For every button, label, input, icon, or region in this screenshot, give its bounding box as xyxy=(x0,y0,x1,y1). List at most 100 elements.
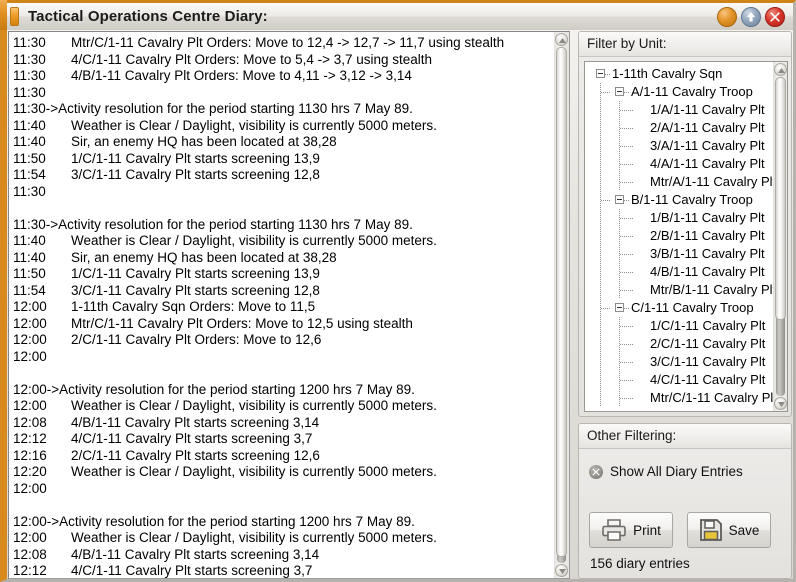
unit-tree-node[interactable]: A/1-11 Cavalry Troop xyxy=(585,83,773,101)
unit-tree-node[interactable]: Mtr/C/1-11 Cavalry Plt xyxy=(585,389,773,407)
diary-entry-row[interactable]: 11:50 1/C/1-11 Cavalry Plt starts screeni… xyxy=(13,266,555,283)
diary-entry-row[interactable]: 12:00 Weather is Clear / Daylight, visibi… xyxy=(13,530,555,547)
unit-filter-group: Filter by Unit: 1-11th Cavalry Sqn A/1-11… xyxy=(578,31,792,417)
diary-entry-time: 12:00->Activity resolution for the perio… xyxy=(13,513,415,529)
printer-icon xyxy=(602,519,626,541)
diary-entry-row[interactable]: 11:50 1/C/1-11 Cavalry Plt starts screeni… xyxy=(13,151,555,168)
diary-entry-time: 12:00 xyxy=(13,332,47,347)
unit-tree-node[interactable]: 2/B/1-11 Cavalry Plt xyxy=(585,227,773,245)
diary-entry-row[interactable]: 12:12 4/C/1-11 Cavalry Plt starts screeni… xyxy=(13,431,555,448)
diary-entry-time: 11:30 xyxy=(13,68,46,83)
minimize-button[interactable] xyxy=(717,6,737,27)
unit-tree-node[interactable]: 4/C/1-11 Cavalry Plt xyxy=(585,371,773,389)
diary-entry-row[interactable]: 11:30 Mtr/C/1-11 Cavalry Plt Orders: Move… xyxy=(13,35,555,52)
diary-scrollbar[interactable] xyxy=(554,32,569,578)
unit-tree-node[interactable]: 1/A/1-11 Cavalry Plt xyxy=(585,101,773,119)
diary-entry-row[interactable]: 12:20 Weather is Clear / Daylight, visibi… xyxy=(13,464,555,481)
diary-entry-row[interactable]: 12:00 Mtr/C/1-11 Cavalry Plt Orders: Move… xyxy=(13,316,555,333)
diary-entry-row[interactable]: 11:40 Sir, an enemy HQ has been located a… xyxy=(13,134,555,151)
unit-tree-node[interactable]: 1-11th Cavalry Sqn xyxy=(585,65,773,83)
diary-entry-message xyxy=(71,184,555,201)
unit-tree-node[interactable]: Mtr/B/1-11 Cavalry Plt xyxy=(585,281,773,299)
diary-entry-list[interactable]: 11:30 Mtr/C/1-11 Cavalry Plt Orders: Move… xyxy=(9,32,555,578)
unit-tree-node[interactable]: 2/A/1-11 Cavalry Plt xyxy=(585,119,773,137)
diary-entry-message: Weather is Clear / Daylight, visibility … xyxy=(71,398,437,413)
unit-tree-node[interactable]: 1/B/1-11 Cavalry Plt xyxy=(585,209,773,227)
unit-tree-node[interactable]: 3/A/1-11 Cavalry Plt xyxy=(585,137,773,155)
diary-entry-row[interactable] xyxy=(13,200,555,217)
close-button[interactable] xyxy=(765,6,785,27)
unit-tree-node[interactable]: 2/C/1-11 Cavalry Plt xyxy=(585,335,773,353)
print-button[interactable]: Print xyxy=(589,512,673,548)
diary-entry-row[interactable]: 12:00 xyxy=(13,349,555,366)
unit-tree-node-label: B/1-11 Cavalry Troop xyxy=(631,192,753,207)
unit-tree-node[interactable]: B/1-11 Cavalry Troop xyxy=(585,191,773,209)
unit-tree-node[interactable]: 4/B/1-11 Cavalry Plt xyxy=(585,263,773,281)
unit-tree[interactable]: 1-11th Cavalry Sqn A/1-11 Cavalry Troop 1/… xyxy=(585,62,773,411)
show-all-diary-entries-label: Show All Diary Entries xyxy=(610,464,743,479)
scroll-thumb[interactable] xyxy=(556,47,567,557)
tree-scroll-up-button[interactable] xyxy=(774,63,787,76)
diary-entry-message xyxy=(71,349,555,366)
diary-entry-time: 11:30 xyxy=(13,84,46,100)
diary-entry-row[interactable]: 12:00 2/C/1-11 Cavalry Plt Orders: Move t… xyxy=(13,332,555,349)
diary-entry-message: Sir, an enemy HQ has been located at 38,… xyxy=(71,249,337,265)
save-button[interactable]: Save xyxy=(687,512,771,548)
diary-entry-message: Weather is Clear / Daylight, visibility … xyxy=(71,530,437,545)
diary-entry-time: 12:08 xyxy=(13,546,47,562)
diary-entry-row[interactable]: 12:16 2/C/1-11 Cavalry Plt starts screeni… xyxy=(13,448,555,465)
diary-entry-time xyxy=(13,365,71,382)
document-icon xyxy=(10,7,19,26)
unit-tree-node[interactable]: 3/C/1-11 Cavalry Plt xyxy=(585,353,773,371)
show-all-diary-entries-option[interactable]: Show All Diary Entries xyxy=(589,464,743,479)
diary-entry-message: 4/B/1-11 Cavalry Plt Orders: Move to 4,1… xyxy=(71,68,412,83)
diary-entry-row[interactable]: 12:00 1-11th Cavalry Sqn Orders: Move to … xyxy=(13,299,555,316)
diary-entry-message: 1/C/1-11 Cavalry Plt starts screening 13… xyxy=(71,266,320,281)
diary-entry-row[interactable]: 11:54 3/C/1-11 Cavalry Plt starts screeni… xyxy=(13,167,555,184)
diary-entry-time: 12:00 xyxy=(13,315,47,331)
diary-entry-row[interactable]: 11:30 4/B/1-11 Cavalry Plt Orders: Move t… xyxy=(13,68,555,85)
unit-tree-node-label: 3/A/1-11 Cavalry Plt xyxy=(650,138,765,153)
diary-entry-message: 1-11th Cavalry Sqn Orders: Move to 11,5 xyxy=(71,299,316,314)
diary-entry-time: 12:00 xyxy=(13,299,47,314)
tree-scroll-thumb[interactable] xyxy=(775,77,786,320)
diary-entry-row[interactable]: 11:30 xyxy=(13,184,555,201)
diary-entry-row[interactable]: 11:30 4/C/1-11 Cavalry Plt Orders: Move t… xyxy=(13,52,555,69)
diary-entry-row[interactable]: 12:00 xyxy=(13,481,555,498)
diary-entry-row[interactable]: 11:30->Activity resolution for the perio… xyxy=(13,101,555,118)
diary-entry-time: 12:00->Activity resolution for the perio… xyxy=(13,381,415,397)
unit-tree-node-label: Mtr/C/1-11 Cavalry Plt xyxy=(650,390,773,405)
diary-entry-time: 11:40 xyxy=(13,134,46,149)
diary-entry-message: Weather is Clear / Daylight, visibility … xyxy=(71,464,437,479)
diary-entry-row[interactable]: 11:30->Activity resolution for the perio… xyxy=(13,217,555,234)
diary-entry-row[interactable]: 11:40 Weather is Clear / Daylight, visibi… xyxy=(13,118,555,135)
diary-entry-time: 12:00 xyxy=(13,348,47,364)
diary-entry-time: 12:20 xyxy=(13,464,47,479)
diary-entry-row[interactable]: 11:40 Sir, an enemy HQ has been located a… xyxy=(13,250,555,267)
diary-entry-row[interactable]: 12:00->Activity resolution for the perio… xyxy=(13,514,555,531)
diary-entry-row[interactable]: 11:40 Weather is Clear / Daylight, visibi… xyxy=(13,233,555,250)
unit-tree-node[interactable]: 1/C/1-11 Cavalry Plt xyxy=(585,317,773,335)
maximize-button[interactable] xyxy=(741,6,761,27)
diary-entry-message: 2/C/1-11 Cavalry Plt Orders: Move to 12,… xyxy=(71,332,322,347)
unit-tree-node[interactable]: 4/A/1-11 Cavalry Plt xyxy=(585,155,773,173)
diary-entry-row[interactable]: 12:08 4/B/1-11 Cavalry Plt starts screeni… xyxy=(13,547,555,564)
unit-tree-scrollbar[interactable] xyxy=(773,62,787,411)
tree-scroll-down-button[interactable] xyxy=(774,397,787,410)
diary-entry-message xyxy=(71,497,555,514)
diary-entry-row[interactable]: 11:54 3/C/1-11 Cavalry Plt starts screeni… xyxy=(13,283,555,300)
unit-tree-node[interactable]: C/1-11 Cavalry Troop xyxy=(585,299,773,317)
diary-entry-message xyxy=(415,382,555,399)
diary-entry-row[interactable] xyxy=(13,365,555,382)
diary-entry-row[interactable]: 11:30 xyxy=(13,85,555,102)
diary-entry-row[interactable]: 12:08 4/B/1-11 Cavalry Plt starts screeni… xyxy=(13,415,555,432)
scroll-down-button[interactable] xyxy=(555,564,568,577)
diary-entry-row[interactable] xyxy=(13,497,555,514)
scroll-up-button[interactable] xyxy=(555,33,568,46)
diary-entry-row[interactable]: 12:00->Activity resolution for the perio… xyxy=(13,382,555,399)
unit-tree-node[interactable]: 3/B/1-11 Cavalry Plt xyxy=(585,245,773,263)
diary-entry-row[interactable]: 12:12 4/C/1-11 Cavalry Plt starts screeni… xyxy=(13,563,555,578)
diary-entry-row[interactable]: 12:00 Weather is Clear / Daylight, visibi… xyxy=(13,398,555,415)
unit-tree-box: 1-11th Cavalry Sqn A/1-11 Cavalry Troop 1/… xyxy=(584,61,788,412)
unit-tree-node[interactable]: Mtr/A/1-11 Cavalry Plt xyxy=(585,173,773,191)
